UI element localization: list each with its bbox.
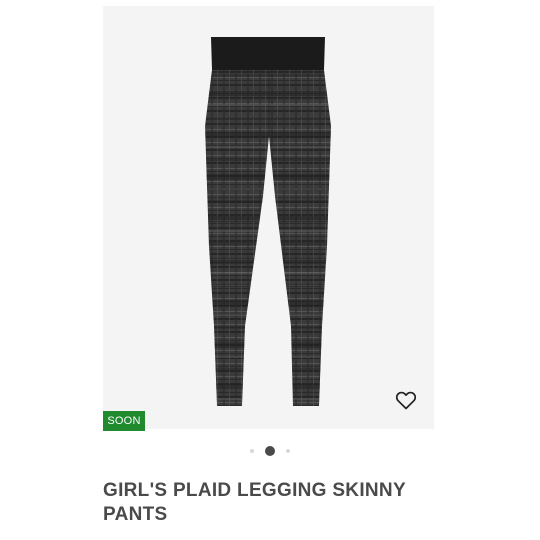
carousel-dot[interactable]: [250, 449, 254, 453]
status-badge: SOON: [103, 411, 145, 431]
wishlist-button[interactable]: [394, 388, 418, 412]
carousel-indicator: [0, 444, 540, 458]
product-title: GIRL'S PLAID LEGGING SKINNY PANTS: [103, 480, 406, 525]
plaid-leggings-image: [205, 37, 331, 406]
product-card: SOON GIRL'S PLAID LEGGING SKINNY PANTS: [0, 0, 540, 540]
carousel-dot[interactable]: [286, 449, 290, 453]
product-image[interactable]: [103, 6, 434, 429]
heart-outline-icon: [395, 391, 417, 410]
carousel-dot-active[interactable]: [265, 446, 275, 456]
